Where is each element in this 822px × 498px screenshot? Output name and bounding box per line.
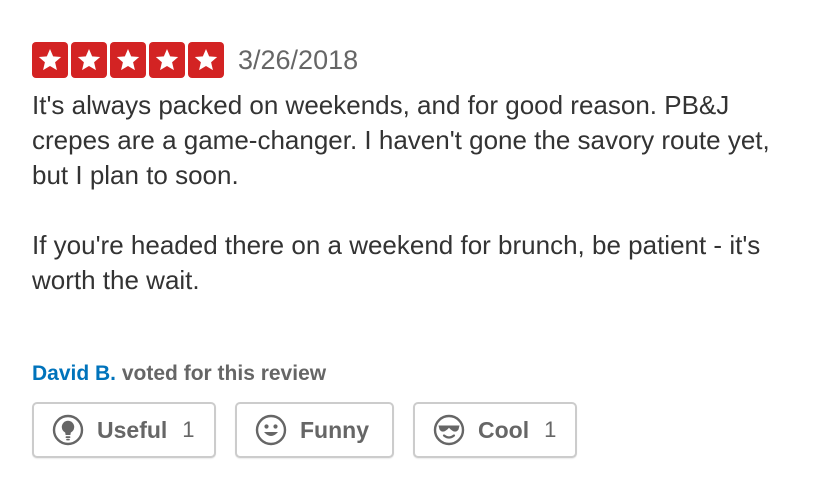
star-icon xyxy=(188,42,224,78)
review-paragraph: If you're headed there on a weekend for … xyxy=(32,230,761,295)
star-icon xyxy=(149,42,185,78)
vote-buttons: Useful 1 Funny Cool 1 xyxy=(32,402,577,458)
star-icon xyxy=(110,42,146,78)
review-date: 3/26/2018 xyxy=(238,45,359,75)
sunglasses-icon xyxy=(433,414,465,446)
voted-line: David B. voted for this review xyxy=(32,360,326,388)
star-rating xyxy=(32,42,224,78)
cool-label: Cool xyxy=(478,416,530,443)
funny-label: Funny xyxy=(300,416,369,443)
useful-label: Useful xyxy=(97,416,168,443)
cool-count: 1 xyxy=(544,417,557,442)
voter-name-link[interactable]: David B. xyxy=(32,362,116,385)
lightbulb-icon xyxy=(52,414,84,446)
smiley-icon xyxy=(255,414,287,446)
cool-button[interactable]: Cool 1 xyxy=(413,402,577,458)
rating-row: 3/26/2018 xyxy=(32,42,802,78)
voted-text: voted for this review xyxy=(116,362,327,385)
useful-count: 1 xyxy=(182,417,195,442)
star-icon xyxy=(32,42,68,78)
funny-button[interactable]: Funny xyxy=(235,402,394,458)
review-paragraph: It's always packed on weekends, and for … xyxy=(32,90,770,190)
review-text: It's always packed on weekends, and for … xyxy=(32,88,802,298)
useful-button[interactable]: Useful 1 xyxy=(32,402,216,458)
review: 3/26/2018 It's always packed on weekends… xyxy=(32,42,802,298)
star-icon xyxy=(71,42,107,78)
